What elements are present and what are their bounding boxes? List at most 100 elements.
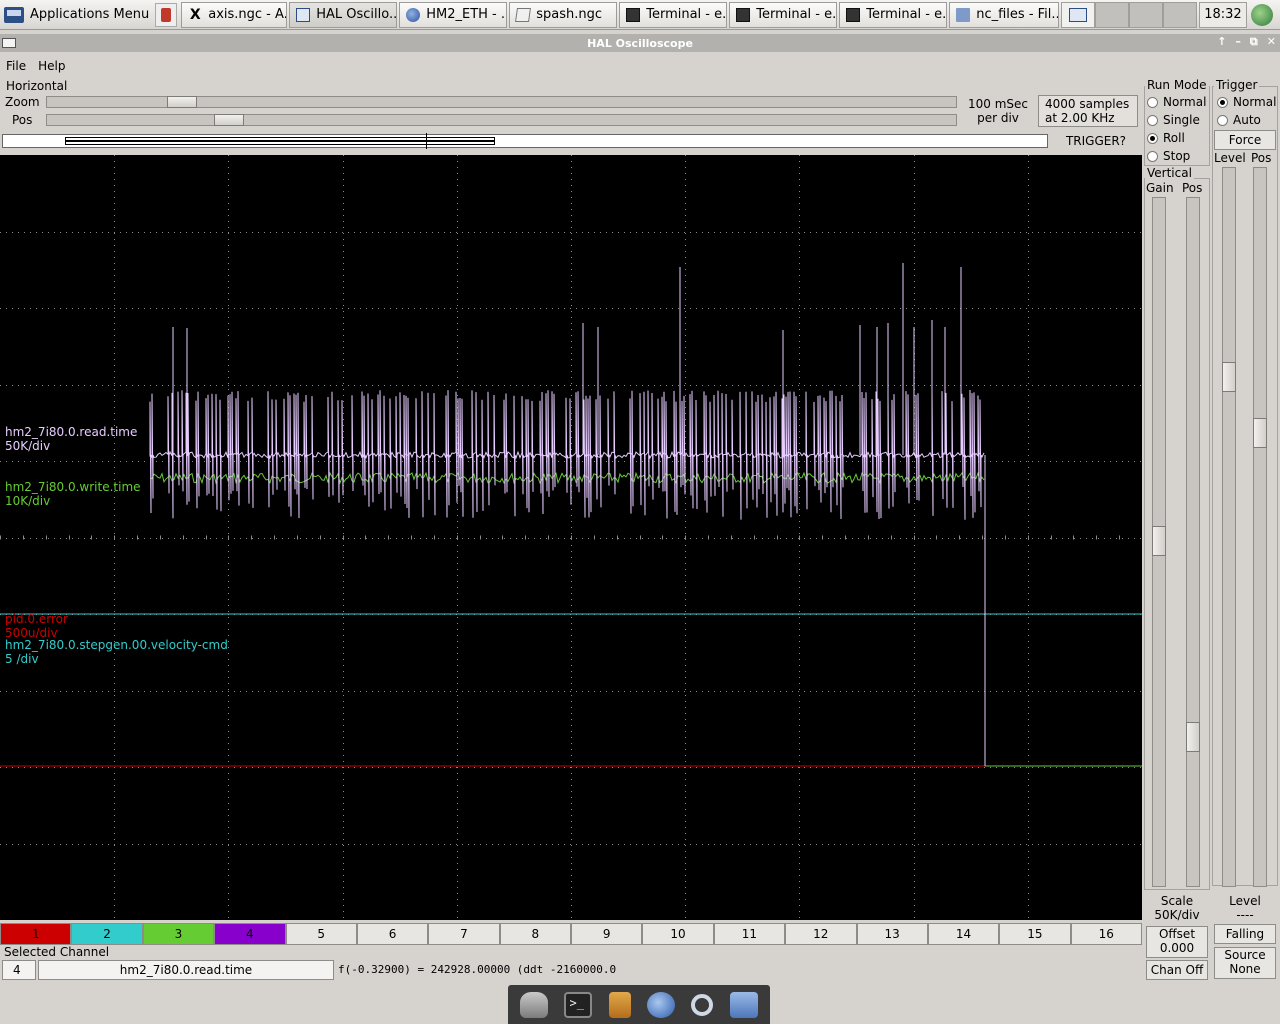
trigger-pos-label: Pos bbox=[1251, 151, 1272, 165]
run-mode-normal[interactable]: Normal bbox=[1147, 95, 1206, 109]
force-button[interactable]: Force bbox=[1214, 130, 1276, 150]
web-browser-icon[interactable] bbox=[647, 991, 676, 1018]
zoom-slider-thumb[interactable] bbox=[167, 96, 198, 108]
vertical-scale: Scale 50K/div bbox=[1154, 894, 1200, 922]
trigger-level-readout: Level ---- bbox=[1229, 894, 1261, 922]
vertical-pos-slider[interactable] bbox=[1186, 197, 1200, 887]
trigger-edge-button[interactable]: Falling bbox=[1214, 924, 1276, 944]
workspace-4[interactable] bbox=[1163, 1, 1198, 28]
trigger-source-button[interactable]: Source None bbox=[1214, 947, 1276, 979]
channel-button-10[interactable]: 10 bbox=[642, 923, 714, 945]
channel-2-label: hm2_7i80.0.write.time 10K/div bbox=[5, 480, 141, 508]
dock bbox=[508, 985, 770, 1024]
scope-display[interactable]: hm2_7i80.0.read.time 50K/div hm2_7i80.0.… bbox=[0, 155, 1142, 920]
task-terminal-1[interactable]: Terminal - e... bbox=[619, 1, 728, 28]
show-desktop-icon[interactable] bbox=[520, 991, 549, 1018]
document-icon bbox=[515, 7, 532, 22]
radio-selected-icon bbox=[1217, 96, 1228, 108]
folder-icon bbox=[956, 7, 971, 22]
task-hm2-eth[interactable]: HM2_ETH - ... bbox=[399, 1, 508, 28]
applications-menu-button[interactable]: Applications Menu bbox=[0, 1, 155, 29]
channel-write-time-scale: 10K/div bbox=[5, 494, 51, 508]
run-mode-single[interactable]: Single bbox=[1147, 113, 1200, 127]
channel-button-4[interactable]: 4 bbox=[214, 923, 286, 945]
channel-button-2[interactable]: 2 bbox=[71, 923, 143, 945]
trigger-pos-slider[interactable] bbox=[1253, 167, 1267, 887]
record-position-bar bbox=[2, 133, 1048, 149]
trigger-level-slider[interactable] bbox=[1222, 167, 1236, 887]
task-axis[interactable]: Xaxis.ngc - A... bbox=[181, 1, 288, 28]
trigger-normal[interactable]: Normal bbox=[1217, 95, 1276, 109]
search-icon[interactable] bbox=[691, 993, 714, 1016]
trigger-level-label: Level bbox=[1214, 151, 1246, 165]
trigger-title: Trigger bbox=[1214, 78, 1260, 92]
network-tray-icon[interactable] bbox=[1250, 3, 1273, 26]
trace-read-time bbox=[149, 389, 985, 520]
vertical-gain-thumb[interactable] bbox=[1152, 526, 1166, 556]
waveform-canvas bbox=[0, 155, 1142, 920]
vertical-pos-thumb[interactable] bbox=[1186, 722, 1200, 752]
terminal-icon[interactable] bbox=[564, 991, 593, 1018]
chan-off-button[interactable]: Chan Off bbox=[1146, 960, 1208, 980]
trigger-status: TRIGGER? bbox=[1065, 134, 1127, 148]
menu-file[interactable]: File bbox=[0, 59, 32, 73]
clock[interactable]: 18:32 bbox=[1199, 1, 1247, 28]
channel-button-12[interactable]: 12 bbox=[785, 923, 857, 945]
selected-channel-name[interactable]: hm2_7i80.0.read.time bbox=[38, 960, 334, 980]
channel-button-8[interactable]: 8 bbox=[499, 923, 571, 945]
channel-velocity-cmd-scale: 5 /div bbox=[5, 652, 39, 666]
minimize-icon[interactable]: – bbox=[1235, 35, 1241, 49]
channel-button-5[interactable]: 5 bbox=[285, 923, 357, 945]
trigger-level-thumb[interactable] bbox=[1222, 362, 1236, 392]
folder-icon[interactable] bbox=[729, 991, 758, 1018]
zoom-slider[interactable] bbox=[46, 96, 957, 108]
channel-button-16[interactable]: 16 bbox=[1070, 923, 1142, 945]
window-titlebar: HAL Oscilloscope ↑ – ⧉ ✕ bbox=[0, 34, 1280, 52]
channel-button-14[interactable]: 14 bbox=[927, 923, 1000, 945]
maximize-icon[interactable]: ⧉ bbox=[1250, 35, 1258, 49]
channel-write-time-name: hm2_7i80.0.write.time bbox=[5, 480, 141, 494]
trigger-auto[interactable]: Auto bbox=[1217, 113, 1261, 127]
channel-button-6[interactable]: 6 bbox=[356, 923, 429, 945]
channel-button-9[interactable]: 9 bbox=[571, 923, 643, 945]
task-terminal-2[interactable]: Terminal - e... bbox=[729, 1, 838, 28]
vertical-pos-label: Pos bbox=[1182, 181, 1203, 195]
vertical-offset-button[interactable]: Offset 0.000 bbox=[1146, 926, 1208, 958]
horizontal-frame: Horizontal Zoom Pos 100 mSec per div 400… bbox=[2, 79, 1140, 131]
channel-button-3[interactable]: 3 bbox=[142, 923, 215, 945]
pos-slider-thumb[interactable] bbox=[214, 114, 244, 126]
applications-menu-label: Applications Menu bbox=[30, 7, 150, 22]
workspace-1[interactable] bbox=[1061, 1, 1096, 28]
run-mode-stop[interactable]: Stop bbox=[1147, 149, 1190, 163]
channel-button-11[interactable]: 11 bbox=[713, 923, 786, 945]
vertical-gain-label: Gain bbox=[1146, 181, 1174, 195]
run-mode-roll[interactable]: Roll bbox=[1147, 131, 1185, 145]
menu-help[interactable]: Help bbox=[32, 59, 71, 73]
selected-channel-number: 4 bbox=[2, 960, 36, 980]
channel-button-1[interactable]: 1 bbox=[0, 923, 72, 945]
task-spash[interactable]: spash.ngc bbox=[509, 1, 618, 28]
close-icon[interactable]: ✕ bbox=[1267, 35, 1276, 49]
vertical-gain-slider[interactable] bbox=[1152, 197, 1166, 887]
task-hal-oscilloscope[interactable]: HAL Oscillo... bbox=[289, 1, 398, 28]
channel-velocity-cmd-name: hm2_7i80.0.stepgen.00.velocity-cmd bbox=[5, 638, 228, 652]
launcher-icon[interactable] bbox=[155, 2, 178, 27]
task-nc-files[interactable]: nc_files - Fil... bbox=[949, 1, 1060, 28]
channel-read-time-name: hm2_7i80.0.read.time bbox=[5, 425, 138, 439]
sample-info[interactable]: 4000 samples at 2.00 KHz bbox=[1038, 95, 1138, 127]
radio-icon bbox=[1147, 150, 1158, 162]
trigger-pos-thumb[interactable] bbox=[1253, 418, 1267, 448]
channel-button-7[interactable]: 7 bbox=[428, 923, 500, 945]
taskbar: Applications Menu Xaxis.ngc - A... HAL O… bbox=[0, 0, 1280, 30]
pos-label: Pos bbox=[12, 113, 33, 127]
radio-selected-icon bbox=[1147, 132, 1158, 144]
task-terminal-3[interactable]: Terminal - e... bbox=[839, 1, 948, 28]
file-cabinet-icon[interactable] bbox=[608, 991, 631, 1018]
channel-button-15[interactable]: 15 bbox=[999, 923, 1071, 945]
pos-slider[interactable] bbox=[46, 114, 957, 126]
workspace-3[interactable] bbox=[1129, 1, 1164, 28]
shade-icon[interactable]: ↑ bbox=[1217, 35, 1226, 49]
workspace-2[interactable] bbox=[1095, 1, 1130, 28]
channel-button-13[interactable]: 13 bbox=[856, 923, 928, 945]
x-icon: X bbox=[189, 6, 201, 23]
